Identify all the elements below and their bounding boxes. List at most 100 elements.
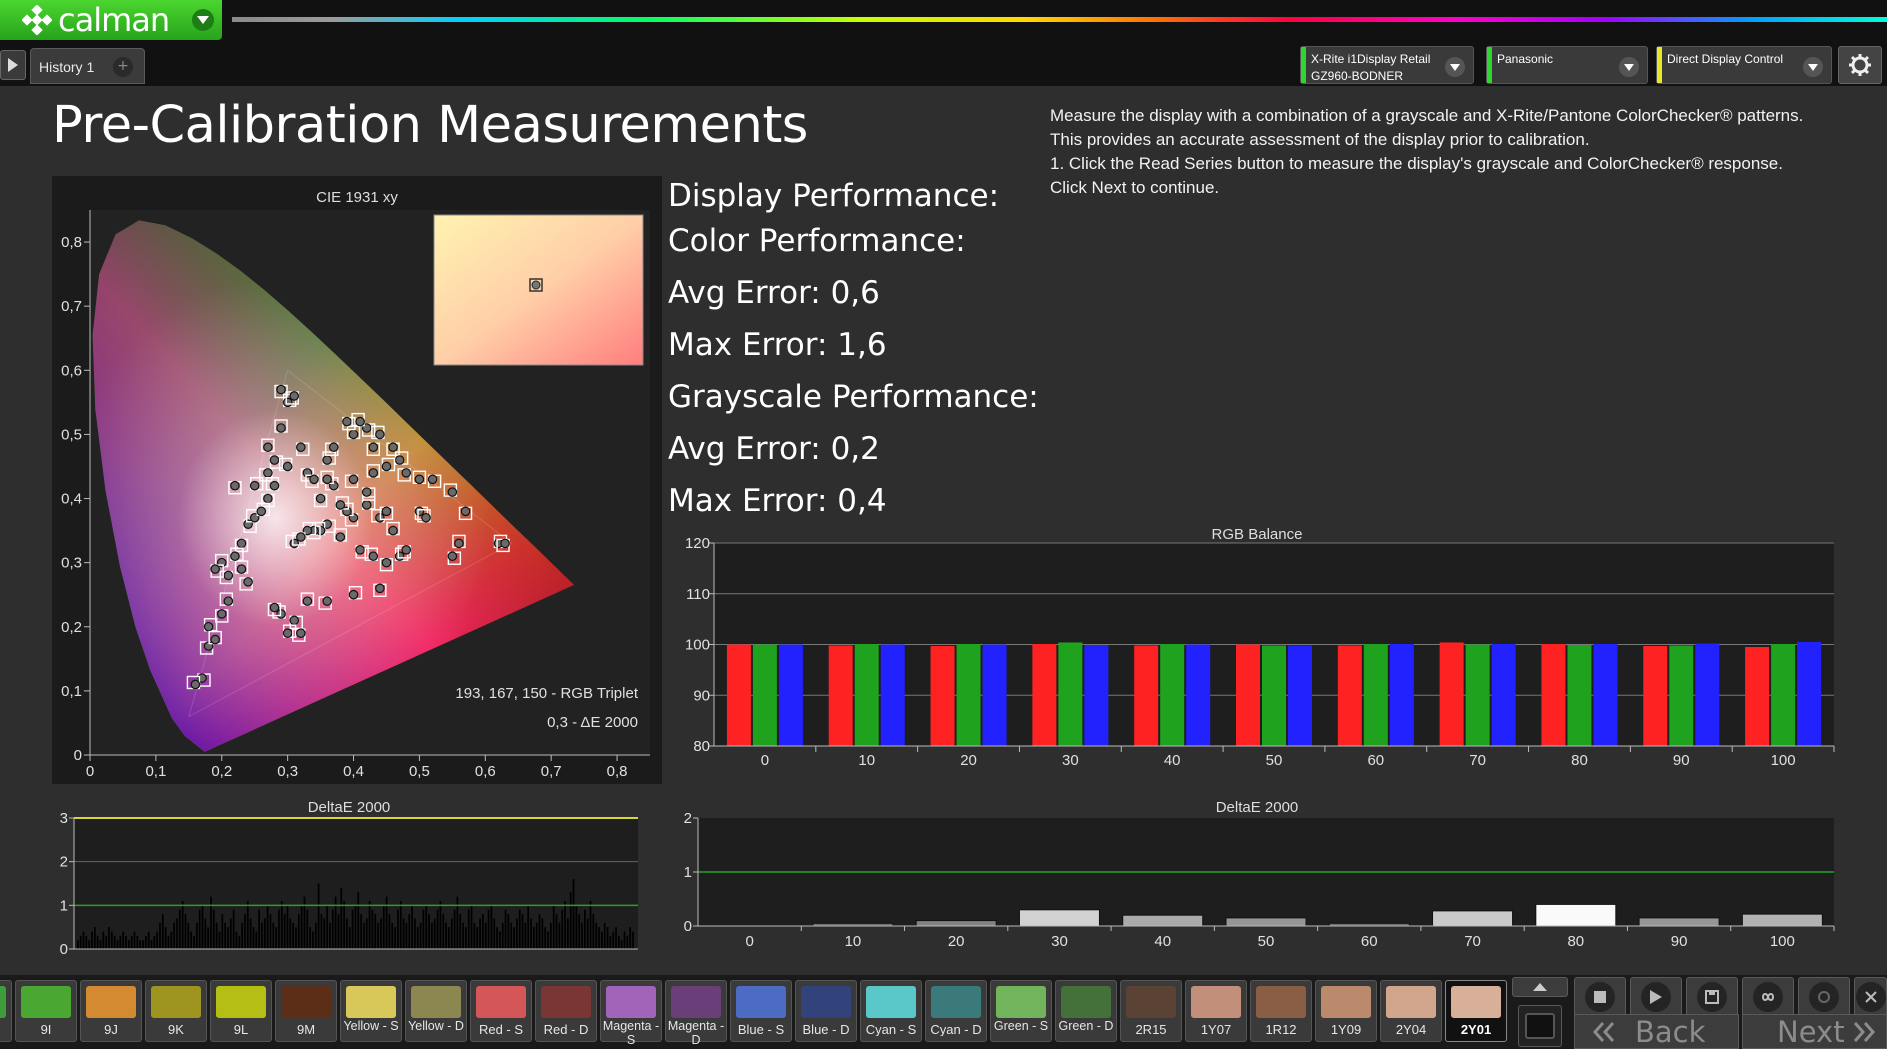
patch-color-chip	[151, 986, 201, 1018]
x-tick-label: 0,4	[343, 763, 364, 780]
deltae-bar	[110, 931, 113, 949]
bar-green	[854, 643, 879, 746]
patch-swatch[interactable]: 9M	[275, 980, 337, 1042]
deltae-bar	[263, 918, 266, 949]
gear-icon	[1849, 54, 1871, 76]
meter-selector[interactable]: X-Rite i1Display Retail GZ960-BODNER	[1300, 46, 1474, 84]
patch-swatch[interactable]: Yellow - D	[405, 980, 467, 1042]
deltae-bar	[272, 922, 275, 949]
options-button[interactable]	[1854, 977, 1887, 1017]
patch-swatch[interactable]: 2R15	[1120, 980, 1182, 1042]
bar-blue	[982, 644, 1007, 746]
title-bar	[0, 0, 1887, 44]
continuous-read-button[interactable]	[1742, 977, 1794, 1017]
deltae-bar	[357, 892, 360, 949]
patch-label: 9M	[296, 1023, 316, 1036]
patch-color-chip	[1061, 986, 1111, 1018]
patch-swatch[interactable]: Red - D	[535, 980, 597, 1042]
x-tick-label: 100	[1771, 752, 1796, 769]
deltae-bar	[93, 927, 96, 949]
next-button[interactable]: Next	[1742, 1014, 1887, 1049]
bar-red	[1032, 643, 1057, 746]
deltae-bar	[82, 931, 85, 949]
patch-swatch[interactable]: Blue - S	[730, 980, 792, 1042]
deltae-bar	[241, 922, 243, 949]
patch-swatch[interactable]: 1Y09	[1315, 980, 1377, 1042]
measured-point	[447, 487, 458, 497]
patch-swatch[interactable]: 1Y07	[1185, 980, 1247, 1042]
bar-red	[1134, 645, 1159, 746]
status-indicator	[1657, 47, 1662, 83]
chevron-down-icon[interactable]	[1445, 57, 1465, 77]
deltae-bar	[340, 887, 343, 949]
patch-label: Green - D	[1058, 1019, 1114, 1033]
y-tick-label: 2	[60, 854, 68, 871]
cie-chart[interactable]: CIE 1931 xy 0 0,1 0,2 0,3 0,4 0,5 0,6 0,7 0,8 0 0,…	[52, 176, 662, 784]
deltae-bar	[595, 922, 598, 949]
deltae-bar	[411, 905, 413, 949]
display-selector[interactable]: Panasonic	[1486, 46, 1648, 84]
measured-point	[210, 564, 220, 574]
measured-point	[269, 480, 280, 491]
deltae-bar	[113, 935, 116, 949]
x-tick-label: 0,1	[145, 763, 166, 780]
patch-swatch[interactable]: Magenta - S	[600, 980, 662, 1047]
patch-swatch[interactable]: Green - S	[990, 980, 1052, 1042]
patch-swatch[interactable]: 9I	[15, 980, 77, 1042]
refresh-button[interactable]	[1798, 977, 1850, 1017]
patch-swatch[interactable]: 9K	[145, 980, 207, 1042]
patch-swatch[interactable]: Cyan - D	[925, 980, 987, 1042]
patch-swatch[interactable]: Magenta - D	[665, 980, 727, 1047]
deltae-gray-chart[interactable]: DeltaE 2000 0120 10 20 30 40 50 60 70 80 90 100	[672, 794, 1842, 954]
patch-label: 1R12	[1265, 1023, 1297, 1036]
patch-color-chip	[866, 986, 916, 1018]
deltae-bar	[261, 922, 263, 949]
deltae-bar	[1741, 913, 1823, 927]
chevron-down-icon[interactable]	[192, 9, 214, 31]
bar-green	[1567, 645, 1592, 746]
deltae-bar	[368, 900, 371, 949]
add-tab-button[interactable]: +	[113, 57, 133, 77]
deltae-bar	[286, 905, 289, 949]
patch-swatch[interactable]: 2Y01	[1445, 980, 1507, 1042]
patch-swatch[interactable]	[0, 980, 12, 1042]
patch-swatch[interactable]: 2Y04	[1380, 980, 1442, 1042]
save-button[interactable]	[1686, 977, 1738, 1017]
deltae-bar	[1535, 903, 1617, 927]
patch-swatch[interactable]: Blue - D	[795, 980, 857, 1042]
chevron-down-icon[interactable]	[1803, 57, 1823, 77]
chevron-down-icon[interactable]	[1619, 57, 1639, 77]
deltae-bar	[501, 922, 504, 949]
patch-swatch[interactable]: Green - D	[1055, 980, 1117, 1042]
deltae-bar	[102, 931, 105, 949]
source-selector[interactable]: Direct Display Control	[1656, 46, 1832, 84]
patch-swatch[interactable]: Red - S	[470, 980, 532, 1042]
patch-swatch[interactable]: Yellow - S	[340, 980, 402, 1042]
deltae-bar	[380, 918, 382, 949]
read-series-button[interactable]	[1630, 977, 1682, 1017]
settings-button[interactable]	[1838, 46, 1882, 84]
measured-point	[500, 538, 510, 549]
scroll-up-button[interactable]	[1512, 977, 1568, 997]
patch-preview-button[interactable]	[1518, 1005, 1562, 1047]
bar-green	[1058, 642, 1083, 746]
patch-swatch[interactable]: 1R12	[1250, 980, 1312, 1042]
measured-point	[361, 487, 372, 497]
patch-swatch[interactable]: 9L	[210, 980, 272, 1042]
back-button[interactable]: Back	[1574, 1014, 1739, 1049]
rgb-balance-chart[interactable]: RGB Balance 80 90 100 110 120 0 10 20 30 40 50 60 70…	[672, 520, 1842, 778]
patch-swatch[interactable]: 9J	[80, 980, 142, 1042]
stop-button[interactable]	[1574, 977, 1626, 1017]
tab-history-1[interactable]: History 1 +	[30, 48, 145, 84]
patch-swatch[interactable]: Cyan - S	[860, 980, 922, 1042]
deltae-bar	[414, 918, 416, 949]
calman-logo[interactable]: calman	[0, 0, 222, 40]
deltae-bar	[422, 909, 425, 949]
deltae-color-chart[interactable]: DeltaE 2000 0 1 2 3	[52, 794, 662, 958]
deltae-bar	[394, 927, 396, 949]
bar-green	[1363, 643, 1388, 746]
expand-panel-button[interactable]	[0, 50, 26, 80]
bar-green	[1262, 645, 1286, 746]
deltae-bar	[289, 918, 292, 949]
deltae-gray-panel: DeltaE 2000 0 1 2 0 10 20 30 40 50 60 70 80 90 100	[672, 794, 1842, 954]
